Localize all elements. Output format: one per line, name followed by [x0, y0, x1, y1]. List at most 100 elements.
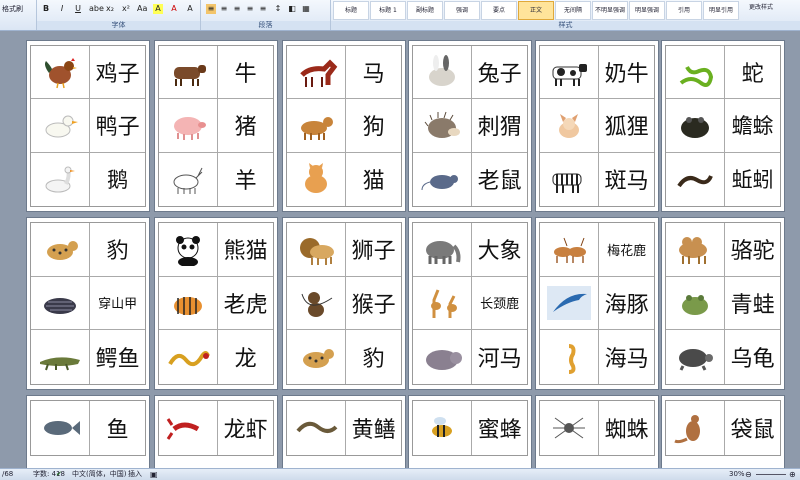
style-6[interactable]: 无间隔 [555, 1, 591, 20]
style-4[interactable]: 要点 [481, 1, 517, 20]
align-left-icon[interactable]: ≡ [206, 4, 216, 14]
superscript-button[interactable]: x² [121, 4, 131, 14]
page-4[interactable]: 奶牛 狐狸 斑马 [535, 40, 659, 212]
animal-name-cell: 猴子 [346, 277, 401, 331]
change-styles-button[interactable]: 更改样式 [749, 2, 773, 11]
animal-name: 熊猫 [223, 239, 268, 265]
animal-name: 狮子 [351, 239, 396, 265]
justify-icon[interactable]: ≡ [245, 4, 255, 14]
animal-picture-cell [31, 46, 91, 100]
strikethrough-button[interactable]: abe [89, 4, 104, 14]
animal-picture-cell [540, 99, 600, 153]
animal-picture-cell [31, 401, 91, 455]
page-3[interactable]: 兔子 刺猬 老鼠 [408, 40, 532, 212]
animal-picture-cell [413, 330, 473, 384]
animal-name: 龙 [234, 347, 257, 373]
kangaroo-icon [674, 415, 701, 444]
animal-name: 海马 [604, 347, 649, 373]
page-17[interactable]: 袋鼠 [661, 395, 785, 468]
bee-icon [432, 417, 453, 437]
page-6[interactable]: 豹穿山甲 鳄鱼 [26, 217, 150, 390]
change-case-button[interactable]: Aa [137, 4, 147, 14]
page-9[interactable]: 大象 长颈鹿 河马 [408, 217, 532, 390]
align-right-icon[interactable]: ≡ [232, 4, 242, 14]
animal-card: 梅花鹿 海豚 海马 [539, 222, 655, 385]
page-1[interactable]: 牛猪羊 [154, 40, 278, 212]
language-indicator[interactable]: 中文(简体，中国) [72, 469, 126, 480]
page-0[interactable]: 鸡子 鸭子鹅 [26, 40, 150, 212]
animal-card: 龙虾 [158, 400, 274, 456]
fox-icon [559, 114, 580, 139]
style-9[interactable]: 引用 [666, 1, 702, 20]
zoom-out-icon[interactable]: ⊖ [745, 469, 752, 480]
page-16[interactable]: 蜘蛛 [535, 395, 659, 468]
subscript-button[interactable]: x₂ [105, 4, 115, 14]
crayfish-icon [166, 418, 200, 440]
animal-name-cell: 奶牛 [599, 46, 654, 100]
animal-picture-cell [287, 276, 347, 331]
animal-card: 黄鳝 [286, 400, 402, 456]
macro-icon[interactable]: ▣ [150, 469, 158, 480]
distribute-icon[interactable]: ≡ [258, 4, 268, 14]
font-color-button[interactable]: A [169, 4, 179, 14]
page-number[interactable]: /68 [2, 469, 13, 480]
align-center-icon[interactable]: ≡ [219, 4, 229, 14]
char-border-button[interactable]: A [185, 4, 195, 14]
page-11[interactable]: 骆驼 青蛙 乌龟 [661, 217, 785, 390]
style-3[interactable]: 强调 [444, 1, 480, 20]
elephant-icon [426, 241, 461, 265]
style-2[interactable]: 副标题 [407, 1, 443, 20]
format-painter-button[interactable]: 格式刷 [2, 4, 23, 14]
line-spacing-icon[interactable]: ↕ [273, 4, 283, 14]
animal-name: 青蛙 [730, 292, 775, 318]
style-7[interactable]: 不明显强调 [592, 1, 628, 20]
animal-name-cell: 老鼠 [472, 153, 527, 206]
animal-name-cell: 黄鳝 [346, 401, 401, 455]
animal-name: 袋鼠 [730, 418, 775, 443]
document-area[interactable]: 鸡子 鸭子鹅牛猪羊马狗猫兔子 刺猬 老鼠 奶牛 狐狸 斑马蛇蟾蜍 蚯蚓豹穿山甲 鳄鱼 熊猫 老虎龙 狮… [0, 31, 800, 468]
animal-name: 黄鳝 [351, 418, 396, 443]
animal-name: 长颈鹿 [480, 297, 520, 313]
shading-icon[interactable]: ◧ [287, 4, 297, 14]
style-10[interactable]: 明显引用 [703, 1, 739, 20]
animal-name-cell: 海马 [599, 330, 654, 384]
zoom-level[interactable]: 30% [729, 469, 745, 480]
animal-name: 牛 [234, 62, 257, 88]
style-0[interactable]: 标题 [333, 1, 369, 20]
border-icon[interactable]: ▦ [301, 4, 311, 14]
animal-name-cell: 熊猫 [218, 223, 273, 277]
page-13[interactable]: 龙虾 [154, 395, 278, 468]
animal-name: 鳄鱼 [95, 347, 140, 373]
italic-button[interactable]: I [57, 4, 67, 14]
page-10[interactable]: 梅花鹿 海豚 海马 [535, 217, 659, 390]
proofing-icon[interactable]: ✔ [56, 469, 62, 480]
animal-name: 河马 [477, 347, 522, 373]
page-12[interactable]: 鱼 [26, 395, 150, 468]
dog-icon [301, 117, 334, 141]
page-7[interactable]: 熊猫 老虎龙 [154, 217, 278, 390]
animal-card: 鸡子 鸭子鹅 [30, 45, 146, 207]
highlight-button[interactable]: A [153, 4, 163, 14]
animal-card: 蜘蛛 [539, 400, 655, 456]
page-5[interactable]: 蛇蟾蜍 蚯蚓 [661, 40, 785, 212]
zoom-in-icon[interactable]: ⊕ [789, 469, 796, 480]
font-group: B I Uabe x₂ x² Aa A A A 字体 [37, 0, 201, 30]
page-2[interactable]: 马狗猫 [282, 40, 406, 212]
zoom-slider[interactable] [756, 474, 786, 475]
animal-card: 豹穿山甲 鳄鱼 [30, 222, 146, 385]
animal-picture-cell [287, 152, 347, 206]
page-15[interactable]: 蜜蜂 [408, 395, 532, 468]
animal-picture-cell [287, 46, 347, 100]
bold-button[interactable]: B [41, 4, 51, 14]
pangolin-icon [44, 297, 77, 314]
page-8[interactable]: 狮子 猴子豹 [282, 217, 406, 390]
monkey-icon [301, 291, 333, 317]
page-14[interactable]: 黄鳝 [282, 395, 406, 468]
insert-mode[interactable]: 插入 [128, 469, 142, 480]
crocodile-icon [40, 357, 81, 371]
style-8[interactable]: 明显强调 [629, 1, 665, 20]
style-1[interactable]: 标题 1 [370, 1, 406, 20]
style-5[interactable]: 正文 [518, 1, 554, 20]
underline-button[interactable]: U [73, 4, 83, 14]
animal-name-cell: 青蛙 [725, 277, 780, 331]
